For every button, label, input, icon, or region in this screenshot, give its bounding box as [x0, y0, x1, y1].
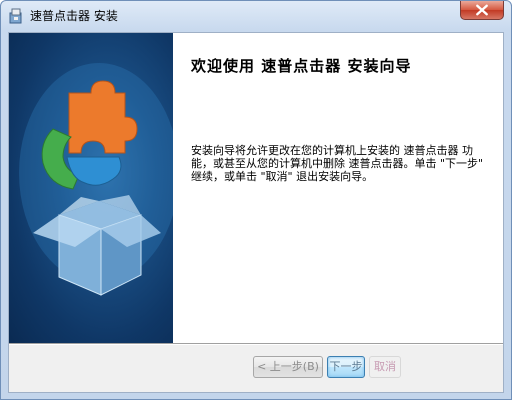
close-icon — [476, 4, 488, 16]
window-title: 速普点击器 安装 — [30, 9, 118, 23]
wizard-client-area: 欢迎使用 速普点击器 安装向导 安装向导将允许更改在您的计算机上安装的 速普点击… — [8, 32, 504, 393]
next-button[interactable]: 下一步 — [327, 356, 365, 378]
close-button[interactable] — [460, 1, 504, 20]
installer-window: 速普点击器 安装 欢迎使用 速普点击器 安装向导 安装向导将允许更改在您的计算机… — [0, 0, 512, 400]
welcome-description: 安装向导将允许更改在您的计算机上安装的 速普点击器 功能，或甚至从您的计算机中删… — [191, 144, 484, 183]
installer-icon — [9, 8, 22, 24]
welcome-heading: 欢迎使用 速普点击器 安装向导 — [191, 57, 412, 75]
button-divider — [9, 343, 503, 345]
wizard-banner — [9, 33, 173, 343]
cancel-button[interactable]: 取消 — [369, 356, 401, 378]
back-button[interactable]: < 上一步(B) — [253, 356, 323, 378]
title-bar[interactable]: 速普点击器 安装 — [1, 1, 511, 31]
welcome-panel: 欢迎使用 速普点击器 安装向导 安装向导将允许更改在您的计算机上安装的 速普点击… — [173, 33, 503, 343]
puzzle-box-icon — [19, 63, 173, 296]
